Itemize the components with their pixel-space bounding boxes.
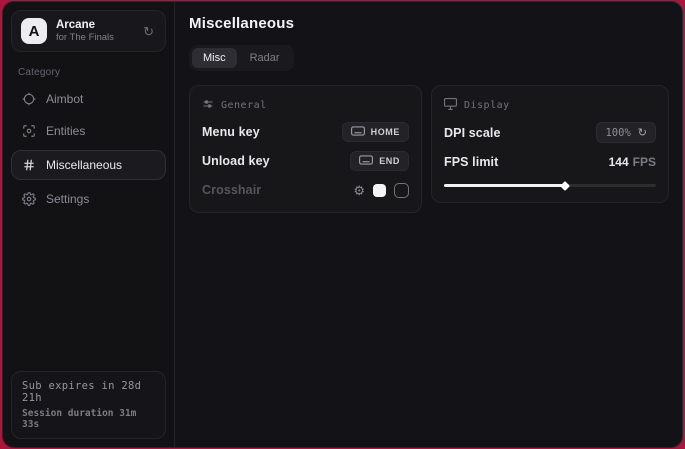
sidebar-item-label: Settings [46, 192, 89, 206]
dpi-scale-value: 100% [605, 127, 630, 139]
unload-key-value: END [379, 156, 400, 166]
general-card: General Menu key HOME Unload key [189, 85, 422, 213]
fps-limit-value: 144FPS [609, 155, 656, 169]
sidebar-nav: Aimbot Entities Miscellaneous Settings [11, 86, 166, 212]
unload-key-row: Unload key END [202, 151, 409, 171]
dpi-scale-button[interactable]: 100% ↻ [596, 122, 656, 143]
cards-grid: General Menu key HOME Unload key [189, 85, 669, 213]
hash-grid-icon [21, 158, 36, 172]
fps-limit-label: FPS limit [444, 155, 498, 169]
gear-icon [21, 192, 36, 206]
general-card-header: General [202, 98, 409, 113]
general-card-title: General [221, 100, 267, 111]
crosshair-icon [21, 92, 36, 106]
sidebar-item-aimbot[interactable]: Aimbot [11, 86, 166, 112]
sidebar-item-label: Miscellaneous [46, 158, 122, 172]
keyboard-icon [359, 155, 373, 167]
tab-radar[interactable]: Radar [239, 48, 291, 68]
fps-limit-slider[interactable] [444, 184, 656, 187]
menu-key-value: HOME [371, 127, 400, 137]
menu-key-label: Menu key [202, 125, 260, 139]
subscription-status-card: Sub expires in 28d 21h Session duration … [11, 371, 166, 439]
crosshair-controls: ⚙ [353, 183, 409, 198]
crosshair-settings-gear-icon[interactable]: ⚙ [353, 184, 365, 197]
display-card-title: Display [464, 100, 510, 111]
sidebar-item-entities[interactable]: Entities [11, 118, 166, 144]
app-subtitle: for The Finals [56, 32, 132, 44]
app-logo-card: A Arcane for The Finals ↻ [11, 10, 166, 52]
sidebar-spacer [11, 212, 166, 371]
crosshair-row: Crosshair ⚙ [202, 180, 409, 200]
app-logo: A [21, 18, 47, 44]
fps-slider-fill [444, 184, 565, 187]
crosshair-label: Crosshair [202, 183, 261, 197]
display-card-header: Display [444, 98, 656, 113]
category-label: Category [18, 67, 160, 78]
dpi-scale-row: DPI scale 100% ↻ [444, 122, 656, 143]
refresh-icon[interactable]: ↻ [141, 23, 156, 40]
menu-key-row: Menu key HOME [202, 122, 409, 142]
app-window: A Arcane for The Finals ↻ Category Aimbo… [2, 1, 683, 448]
session-duration-text: Session duration 31m 33s [22, 408, 155, 430]
fps-limit-row: FPS limit 144FPS [444, 152, 656, 172]
sub-expires-text: Sub expires in 28d 21h [22, 380, 155, 404]
entities-icon [21, 124, 36, 138]
page-title: Miscellaneous [189, 15, 669, 32]
unload-key-button[interactable]: END [350, 151, 409, 171]
crosshair-color-swatch[interactable] [373, 184, 386, 197]
app-identity: Arcane for The Finals [56, 18, 132, 44]
sidebar-item-label: Entities [46, 124, 85, 138]
refresh-icon: ↻ [638, 126, 647, 139]
dpi-scale-label: DPI scale [444, 126, 501, 140]
sidebar-item-miscellaneous[interactable]: Miscellaneous [11, 150, 166, 180]
sidebar: A Arcane for The Finals ↻ Category Aimbo… [3, 2, 175, 447]
sidebar-item-label: Aimbot [46, 92, 83, 106]
monitor-icon [444, 98, 457, 113]
sidebar-item-settings[interactable]: Settings [11, 186, 166, 212]
app-name: Arcane [56, 18, 132, 32]
fps-slider-thumb[interactable] [560, 181, 570, 191]
keyboard-icon [351, 126, 365, 138]
sliders-icon [202, 98, 214, 113]
tab-misc[interactable]: Misc [192, 48, 237, 68]
main-panel: Miscellaneous Misc Radar General Menu ke… [175, 2, 683, 447]
menu-key-button[interactable]: HOME [342, 122, 409, 142]
unload-key-label: Unload key [202, 154, 270, 168]
display-card: Display DPI scale 100% ↻ FPS limit 144FP… [431, 85, 669, 203]
fps-unit: FPS [633, 155, 656, 169]
crosshair-enable-checkbox[interactable] [394, 183, 409, 198]
tab-bar: Misc Radar [189, 45, 294, 71]
